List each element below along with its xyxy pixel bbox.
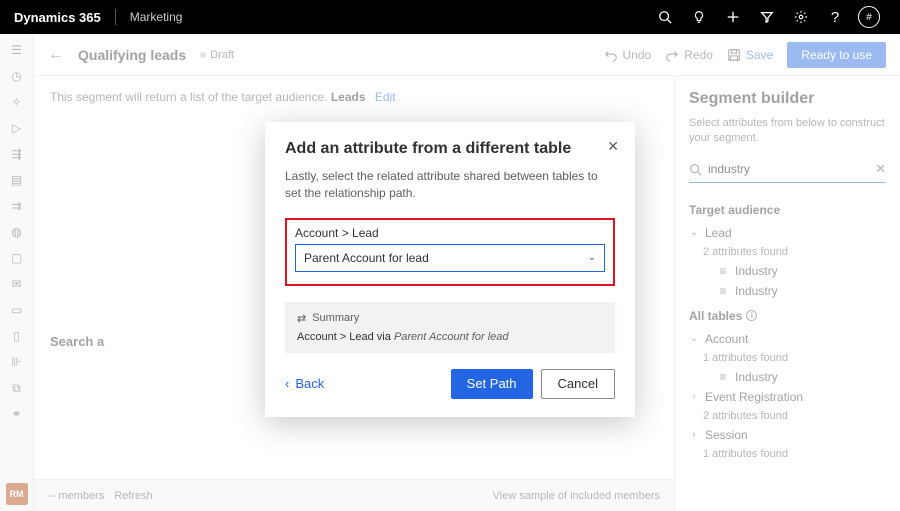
lightbulb-icon[interactable] [682,0,716,34]
module-label: Marketing [130,10,183,24]
close-icon[interactable]: ✕ [607,138,619,155]
brand-divider [115,9,116,25]
relationship-select-value: Parent Account for lead [304,251,429,265]
search-icon[interactable] [648,0,682,34]
set-path-button[interactable]: Set Path [451,369,533,399]
summary-path: Account > Lead via Parent Account for le… [297,331,603,343]
relationship-select[interactable]: Parent Account for lead ⌄ [295,244,605,272]
modal-title: Add an attribute from a different table [285,140,615,158]
filter-icon[interactable] [750,0,784,34]
modal-body-text: Lastly, select the related attribute sha… [285,168,615,202]
help-icon[interactable]: ? [818,0,852,34]
cancel-button[interactable]: Cancel [541,369,615,399]
summary-box: ⇄Summary Account > Lead via Parent Accou… [285,302,615,353]
chevron-left-icon: ‹ [285,376,289,391]
relationship-select-highlight: Account > Lead Parent Account for lead ⌄ [285,218,615,286]
modal-overlay: ✕ Add an attribute from a different tabl… [0,34,900,511]
modal-back-button[interactable]: ‹Back [285,376,324,391]
user-avatar[interactable]: # [852,0,886,34]
add-attribute-modal: ✕ Add an attribute from a different tabl… [265,122,635,417]
add-icon[interactable] [716,0,750,34]
chevron-down-icon: ⌄ [588,252,596,263]
brand-label: Dynamics 365 [14,10,101,25]
top-navbar: Dynamics 365 Marketing ? # [0,0,900,34]
settings-icon[interactable] [784,0,818,34]
summary-icon: ⇄ [297,312,306,325]
path-breadcrumb: Account > Lead [295,226,605,240]
